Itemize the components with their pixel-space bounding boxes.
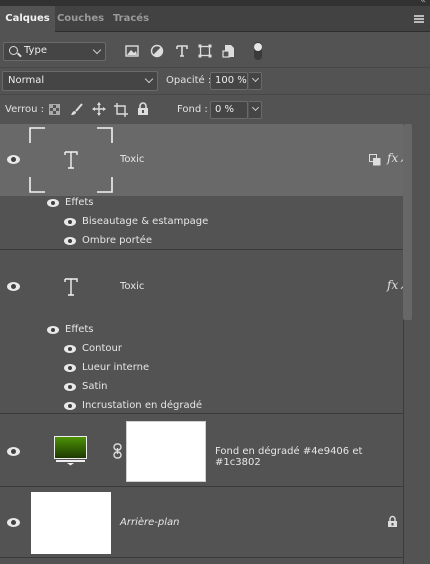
opacity-input[interactable]: 100 % <box>210 72 248 90</box>
effect-satin[interactable]: Satin <box>82 381 108 392</box>
effect-visibility-eye-icon[interactable] <box>64 345 76 353</box>
chevron-down-icon <box>251 74 260 83</box>
layer-name[interactable]: Fond en dégradé #4e9406 et #1c3802 <box>215 446 403 468</box>
filter-kind-select[interactable]: Type <box>3 42 106 61</box>
fill-label: Fond : <box>177 104 208 115</box>
layer-mask-thumbnail[interactable] <box>126 421 206 482</box>
effect-inner-glow[interactable]: Lueur interne <box>82 362 149 373</box>
layer-name[interactable]: Toxic <box>120 281 144 292</box>
lock-label: Verrou : <box>5 104 45 115</box>
lock-all-icon[interactable] <box>137 102 149 116</box>
layer-name[interactable]: Arrière-plan <box>120 517 179 528</box>
adjustment-filter-icon[interactable] <box>150 44 164 58</box>
text-layer-thumbnail <box>64 278 78 296</box>
layer-name[interactable]: Toxic <box>120 154 144 165</box>
tab-calques[interactable]: Calques <box>0 6 55 32</box>
visibility-eye-icon[interactable] <box>7 282 20 291</box>
lock-brush-icon[interactable] <box>70 103 83 116</box>
smart-object-filter-icon[interactable] <box>222 44 236 58</box>
mask-link-icon[interactable] <box>113 443 122 459</box>
blend-mode-select[interactable]: Normal <box>2 71 158 91</box>
effects-label: Effets <box>65 197 94 208</box>
effect-visibility-eye-icon[interactable] <box>64 237 76 245</box>
fill-input[interactable]: 0 % <box>210 101 248 119</box>
opacity-label: Opacité : <box>166 75 212 86</box>
effect-stroke[interactable]: Contour <box>82 343 122 354</box>
tab-couches[interactable]: Couches <box>55 6 106 32</box>
layer-toxic[interactable]: Toxic fx Effets Contour Lueur interne Sa… <box>0 251 411 414</box>
layers-list: Toxic fx Effets Biseautage & estampage O… <box>0 124 411 564</box>
filter-kind-label: Type <box>24 45 47 56</box>
chevron-down-icon <box>251 103 260 112</box>
effect-visibility-eye-icon[interactable] <box>64 383 76 391</box>
search-icon <box>9 46 18 55</box>
visibility-eye-icon[interactable] <box>7 155 20 164</box>
blend-mode-value: Normal <box>8 75 45 86</box>
effect-visibility-eye-icon[interactable] <box>64 218 76 226</box>
effect-visibility-eye-icon[interactable] <box>64 364 76 372</box>
lock-icon[interactable] <box>387 515 398 528</box>
fx-icon[interactable]: fx <box>387 151 398 165</box>
vector-mask-link-icon[interactable] <box>369 154 381 166</box>
visibility-eye-icon[interactable] <box>7 447 20 456</box>
text-layer-thumbnail <box>29 127 113 193</box>
effects-label: Effets <box>65 324 94 335</box>
lock-transparency-icon[interactable] <box>49 104 60 115</box>
effect-visibility-eye-icon[interactable] <box>64 402 76 410</box>
effect-drop-shadow[interactable]: Ombre portée <box>82 235 152 246</box>
effect-gradient-overlay[interactable]: Incrustation en dégradé <box>82 400 202 411</box>
chevron-down-icon <box>144 74 154 84</box>
fx-icon[interactable]: fx <box>387 278 398 292</box>
shape-filter-icon[interactable] <box>198 44 212 58</box>
image-filter-icon[interactable] <box>125 44 139 58</box>
lock-move-icon[interactable] <box>92 102 106 116</box>
panel-menu-icon[interactable] <box>414 15 424 23</box>
layer-background[interactable]: Arrière-plan <box>0 488 403 558</box>
layer-toxic-selected[interactable]: Toxic fx Effets Biseautage & estampage O… <box>0 124 411 250</box>
blend-row: Normal Opacité : 100 % <box>0 67 430 93</box>
effects-visibility-eye-icon[interactable] <box>47 326 59 334</box>
layer-filter-row: Type <box>0 33 430 67</box>
tab-traces[interactable]: Tracés <box>106 6 156 32</box>
gradient-fill-thumbnail <box>54 436 87 466</box>
opacity-dropdown-button[interactable] <box>249 72 262 90</box>
chevron-down-icon <box>92 45 102 55</box>
panel-tab-bar: Calques Couches Tracés <box>0 6 430 32</box>
visibility-eye-icon[interactable] <box>7 518 20 527</box>
filter-toggle-icon[interactable] <box>252 41 264 61</box>
layer-gradient-fill[interactable]: Fond en dégradé #4e9406 et #1c3802 <box>0 415 403 487</box>
text-filter-icon[interactable] <box>175 44 189 58</box>
effect-bevel-emboss[interactable]: Biseautage & estampage <box>82 216 208 227</box>
lock-row: Verrou : Fond : 0 % <box>0 94 430 124</box>
lock-artboard-icon[interactable] <box>114 103 128 117</box>
fill-dropdown-button[interactable] <box>249 101 262 119</box>
effects-visibility-eye-icon[interactable] <box>47 199 59 207</box>
background-thumbnail <box>31 492 111 554</box>
layers-scrollbar-thumb[interactable] <box>403 124 412 320</box>
